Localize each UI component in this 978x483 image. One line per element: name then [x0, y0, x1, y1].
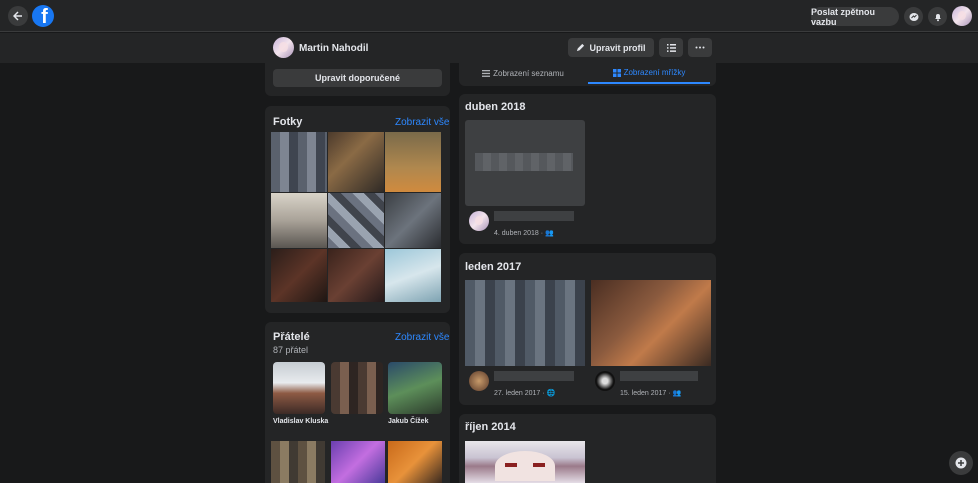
month-heading: duben 2018 — [465, 101, 526, 113]
post-author-avatar[interactable] — [469, 211, 489, 231]
post-author-name-blurred — [494, 211, 574, 221]
profile-avatar[interactable] — [273, 37, 294, 58]
photo-9[interactable] — [385, 249, 441, 302]
list-view-icon — [482, 70, 491, 77]
friend-name-1[interactable]: Vladislav Kluska — [273, 418, 328, 425]
tab-list-label: Zobrazení seznamu — [493, 69, 564, 78]
edit-recommended-button[interactable]: Upravit doporučené — [273, 69, 442, 87]
friend-photo-2[interactable] — [331, 362, 383, 414]
month-section-april-2018: duben 2018 4. duben 2018 · 👥 — [459, 94, 716, 244]
profile-name[interactable]: Martin Nahodil — [299, 43, 368, 54]
photos-card: Fotky Zobrazit vše — [265, 106, 450, 313]
photo-3[interactable] — [385, 132, 441, 192]
bell-icon — [934, 13, 941, 21]
list-icon — [666, 43, 676, 52]
post-thumbnail[interactable] — [465, 120, 585, 206]
plus-icon — [955, 457, 967, 469]
post-thumbnail[interactable] — [465, 441, 585, 483]
post-date-text: 15. leden 2017 · — [620, 390, 673, 397]
top-bar: f Poslat zpětnou vazbu — [0, 0, 978, 32]
notifications-button[interactable] — [928, 7, 947, 26]
friends-title: Přátelé — [273, 331, 310, 343]
post-date[interactable]: 15. leden 2017 · 👥 — [620, 389, 681, 397]
friends-audience-icon: 👥 — [545, 230, 554, 237]
profile-header-bar: Martin Nahodil Upravit profil — [0, 33, 978, 63]
account-avatar[interactable] — [952, 6, 972, 26]
photos-grid — [271, 132, 441, 302]
edit-profile-button[interactable]: Upravit profil — [568, 38, 654, 57]
post-date[interactable]: 27. leden 2017 · 🌐 — [494, 389, 555, 397]
friends-see-all-link[interactable]: Zobrazit vše — [395, 332, 449, 343]
month-heading: leden 2017 — [465, 261, 522, 273]
edit-recommended-card: Upravit doporučené — [265, 63, 450, 96]
post-author-avatar[interactable] — [469, 371, 489, 391]
post-date-text: 4. duben 2018 · — [494, 230, 545, 237]
month-section-january-2017: leden 2017 27. leden 2017 · 🌐 15. leden … — [459, 253, 716, 405]
friend-photo-4[interactable] — [271, 441, 325, 483]
back-button[interactable] — [8, 6, 28, 26]
more-icon — [695, 46, 705, 49]
messenger-button[interactable] — [904, 7, 923, 26]
globe-icon: 🌐 — [546, 390, 556, 397]
back-arrow-icon — [13, 11, 22, 21]
post-author-name-blurred — [620, 371, 698, 381]
view-tabs-card: Zobrazení seznamu Zobrazení mřížky — [459, 63, 716, 86]
photo-7[interactable] — [271, 249, 327, 302]
photo-4[interactable] — [271, 193, 327, 248]
edit-profile-label: Upravit profil — [589, 42, 646, 53]
post-thumbnail[interactable] — [591, 280, 711, 366]
friend-photo-5[interactable] — [331, 441, 385, 483]
photo-2[interactable] — [328, 132, 384, 192]
post-author-avatar[interactable] — [595, 371, 615, 391]
tab-list-view[interactable]: Zobrazení seznamu — [459, 63, 587, 84]
friends-card: Přátelé 87 přátel Zobrazit vše Vladislav… — [265, 322, 450, 483]
post-date-text: 27. leden 2017 · — [494, 390, 547, 397]
photo-1[interactable] — [271, 132, 327, 192]
list-button[interactable] — [659, 38, 683, 57]
post-thumbnail[interactable] — [465, 280, 585, 366]
more-button[interactable] — [688, 38, 712, 57]
post-date[interactable]: 4. duben 2018 · 👥 — [494, 229, 554, 237]
friend-photo-6[interactable] — [388, 441, 442, 483]
grid-view-icon — [612, 68, 621, 77]
friends-audience-icon: 👥 — [672, 390, 682, 397]
friends-count: 87 přátel — [273, 345, 309, 355]
pencil-icon — [577, 43, 585, 52]
messenger-icon — [909, 12, 918, 21]
photo-6[interactable] — [385, 193, 441, 248]
friend-name-3[interactable]: Jakub Čížek — [388, 418, 428, 425]
photo-8[interactable] — [328, 249, 384, 302]
month-section-october-2014: říjen 2014 — [459, 414, 716, 483]
tab-grid-view[interactable]: Zobrazení mřížky — [588, 63, 710, 84]
facebook-logo-icon[interactable]: f — [32, 5, 54, 27]
photo-5[interactable] — [328, 193, 384, 248]
post-author-name-blurred — [494, 371, 574, 381]
month-heading: říjen 2014 — [465, 421, 516, 433]
tab-grid-label: Zobrazení mřížky — [623, 68, 686, 77]
friend-photo-3[interactable] — [388, 362, 442, 414]
photos-title: Fotky — [273, 116, 303, 128]
feedback-button[interactable]: Poslat zpětnou vazbu — [811, 7, 899, 27]
photos-see-all-link[interactable]: Zobrazit vše — [395, 117, 449, 128]
new-message-button[interactable] — [949, 451, 973, 475]
friend-photo-1[interactable] — [273, 362, 325, 414]
